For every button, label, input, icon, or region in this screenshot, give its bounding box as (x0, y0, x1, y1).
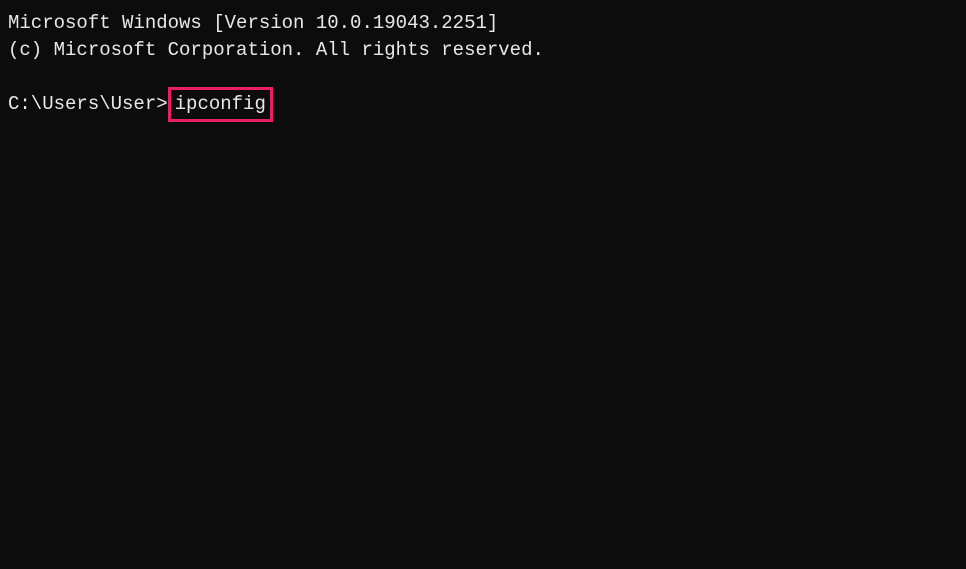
terminal-command: ipconfig (175, 93, 266, 115)
terminal-header-version: Microsoft Windows [Version 10.0.19043.22… (8, 10, 958, 37)
terminal-header-copyright: (c) Microsoft Corporation. All rights re… (8, 37, 958, 64)
command-highlight-box: ipconfig (168, 87, 273, 122)
terminal-prompt: C:\Users\User> (8, 93, 168, 115)
terminal-prompt-line[interactable]: C:\Users\User> ipconfig (8, 87, 958, 122)
